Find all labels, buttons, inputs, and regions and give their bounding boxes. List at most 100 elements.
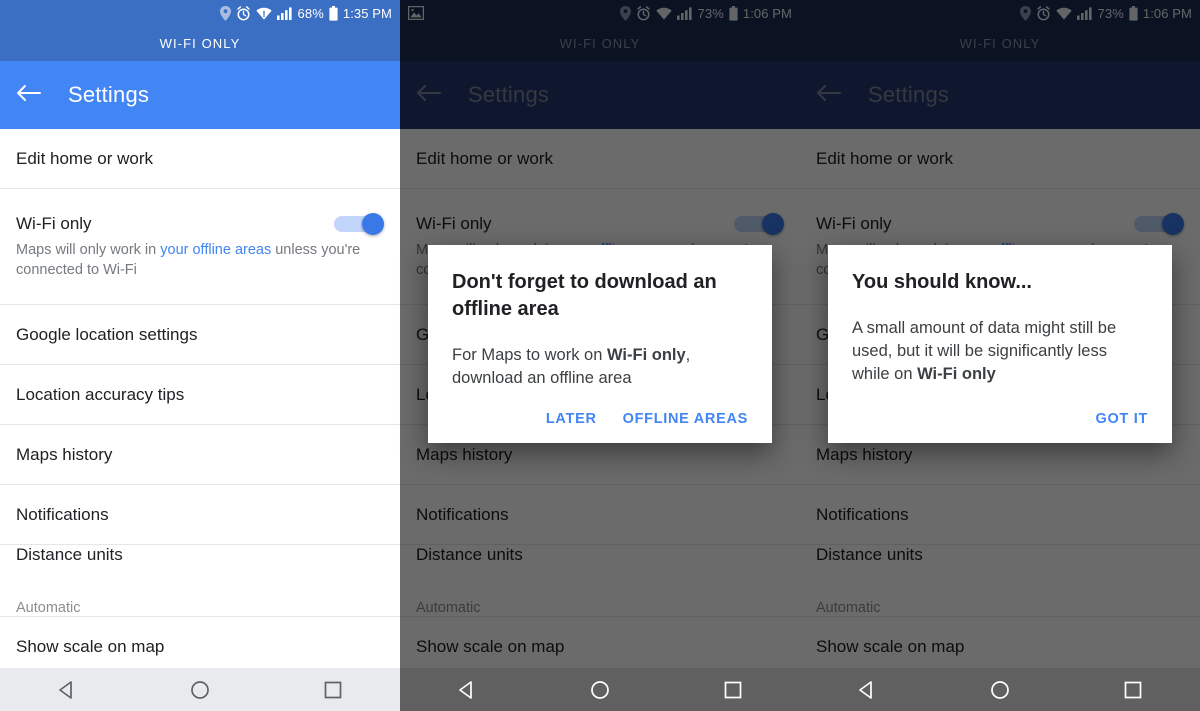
cell-signal-icon (276, 6, 293, 20)
list-item-distance-units[interactable]: Distance units Automatic (800, 545, 1200, 617)
back-arrow-icon[interactable] (816, 83, 842, 108)
battery-percent-label: 68% (297, 5, 324, 21)
cell-signal-icon (676, 6, 693, 20)
location-pin-icon (219, 5, 231, 21)
list-item-distance-units[interactable]: Distance units Automatic (0, 545, 400, 617)
nav-home-circle-icon[interactable] (970, 679, 1030, 701)
list-item-wifi-only[interactable]: Wi-Fi only Maps will only work in your o… (0, 189, 400, 305)
dialog-title: You should know... (852, 271, 1032, 293)
list-item-label: Maps history (16, 444, 113, 464)
nav-home-circle-icon[interactable] (570, 679, 630, 701)
status-bar-notifications (408, 6, 620, 20)
location-pin-icon (619, 5, 631, 21)
dialog-body-emphasis: Wi-Fi only (917, 365, 996, 383)
list-item-edit-home-or-work[interactable]: Edit home or work (400, 129, 800, 189)
wifi-icon (1055, 7, 1072, 20)
list-item-label: Notifications (816, 504, 909, 524)
list-item-edit-home-or-work[interactable]: Edit home or work (800, 129, 1200, 189)
list-item-value: Automatic (416, 600, 481, 616)
battery-icon (1129, 5, 1138, 21)
cell-signal-icon (1076, 6, 1093, 20)
system-navigation-bar (0, 668, 400, 711)
later-button[interactable]: LATER (546, 411, 597, 427)
list-item-label: Google location settings (16, 324, 198, 344)
alarm-icon (636, 5, 651, 21)
nav-recents-square-icon[interactable] (303, 679, 363, 701)
list-item-distance-units[interactable]: Distance units Automatic (400, 545, 800, 617)
battery-icon (729, 5, 738, 21)
list-item-notifications[interactable]: Notifications (0, 485, 400, 545)
page-title: Settings (868, 82, 950, 107)
list-item-value: Automatic (16, 600, 81, 616)
back-arrow-icon[interactable] (416, 83, 442, 108)
nav-back-triangle-icon[interactable] (37, 679, 97, 701)
battery-percent-label: 73% (1097, 5, 1124, 21)
three-panel-screenshot-strip: 68% 1:35 PM WI-FI ONLY Settings Edit hom… (0, 0, 1200, 711)
wifi-only-toggle[interactable] (332, 213, 384, 235)
list-item-location-accuracy-tips[interactable]: Location accuracy tips (0, 365, 400, 425)
list-item-google-location-settings[interactable]: Google location settings (0, 305, 400, 365)
battery-icon (329, 5, 338, 21)
list-item-description: Maps will only work in your offline area… (16, 240, 384, 280)
wifi-only-banner: WI-FI ONLY (800, 26, 1200, 61)
offline-areas-link[interactable]: your offline areas (160, 242, 271, 258)
app-bar: Settings (0, 61, 400, 129)
list-item-label: Maps history (816, 444, 913, 464)
list-item-label: Show scale on map (416, 636, 565, 656)
list-item-label: Wi-Fi only (16, 214, 92, 233)
list-item-notifications[interactable]: Notifications (800, 485, 1200, 545)
status-bar-system-icons: 73% 1:06 PM (619, 5, 792, 21)
list-item-maps-history[interactable]: Maps history (0, 425, 400, 485)
dialog-body-pre: For Maps to work on (452, 346, 607, 364)
wifi-icon (655, 7, 672, 20)
nav-back-triangle-icon[interactable] (837, 679, 897, 701)
list-item-label: Wi-Fi only (416, 214, 492, 233)
list-item-label: Edit home or work (816, 148, 953, 168)
list-item-label: Distance units (16, 545, 123, 564)
nav-back-triangle-icon[interactable] (437, 679, 497, 701)
dialog-actions: LATER OFFLINE AREAS (452, 395, 748, 435)
page-title: Settings (468, 82, 550, 107)
dialog-actions: GOT IT (852, 395, 1148, 435)
toggle-thumb (762, 213, 784, 235)
list-item-label: Location accuracy tips (16, 384, 185, 404)
wifi-only-toggle[interactable] (732, 213, 784, 235)
nav-home-circle-icon[interactable] (170, 679, 230, 701)
list-item-label: Wi-Fi only (816, 214, 892, 233)
offline-areas-button[interactable]: OFFLINE AREAS (623, 411, 748, 427)
clock-label: 1:06 PM (1142, 5, 1192, 21)
description-pre: Maps will only work in (16, 242, 161, 258)
dialog-you-should-know: You should know... A small amount of dat… (828, 245, 1172, 443)
system-navigation-bar (800, 668, 1200, 711)
wifi-only-banner: WI-FI ONLY (400, 26, 800, 61)
status-bar: 73% 1:06 PM (800, 0, 1200, 26)
nav-recents-square-icon[interactable] (703, 679, 763, 701)
wifi-only-banner: WI-FI ONLY (0, 26, 400, 61)
nav-recents-square-icon[interactable] (1103, 679, 1163, 701)
list-item-label: Edit home or work (416, 148, 553, 168)
panel-settings: 68% 1:35 PM WI-FI ONLY Settings Edit hom… (0, 0, 400, 711)
toggle-thumb (362, 213, 384, 235)
status-bar-system-icons: 73% 1:06 PM (1019, 5, 1192, 21)
settings-list: Edit home or work Wi-Fi only Maps will o… (0, 129, 400, 681)
status-bar: 73% 1:06 PM (400, 0, 800, 26)
dialog-body: For Maps to work on Wi-Fi only, download… (452, 344, 748, 390)
system-navigation-bar (400, 668, 800, 711)
list-item-label: Maps history (416, 444, 513, 464)
dialog-title: Don't forget to download an offline area (452, 271, 717, 320)
battery-percent-label: 73% (697, 5, 724, 21)
location-pin-icon (1019, 5, 1031, 21)
alarm-icon (1036, 5, 1051, 21)
list-item-label: Distance units (416, 545, 523, 564)
list-item-notifications[interactable]: Notifications (400, 485, 800, 545)
page-title: Settings (68, 82, 150, 107)
wifi-icon (255, 7, 272, 20)
alarm-icon (236, 5, 251, 21)
list-item-edit-home-or-work[interactable]: Edit home or work (0, 129, 400, 189)
image-icon (408, 6, 424, 20)
app-bar: Settings (400, 61, 800, 129)
wifi-only-toggle[interactable] (1132, 213, 1184, 235)
clock-label: 1:35 PM (342, 5, 392, 21)
got-it-button[interactable]: GOT IT (1095, 411, 1148, 427)
back-arrow-icon[interactable] (16, 83, 42, 108)
